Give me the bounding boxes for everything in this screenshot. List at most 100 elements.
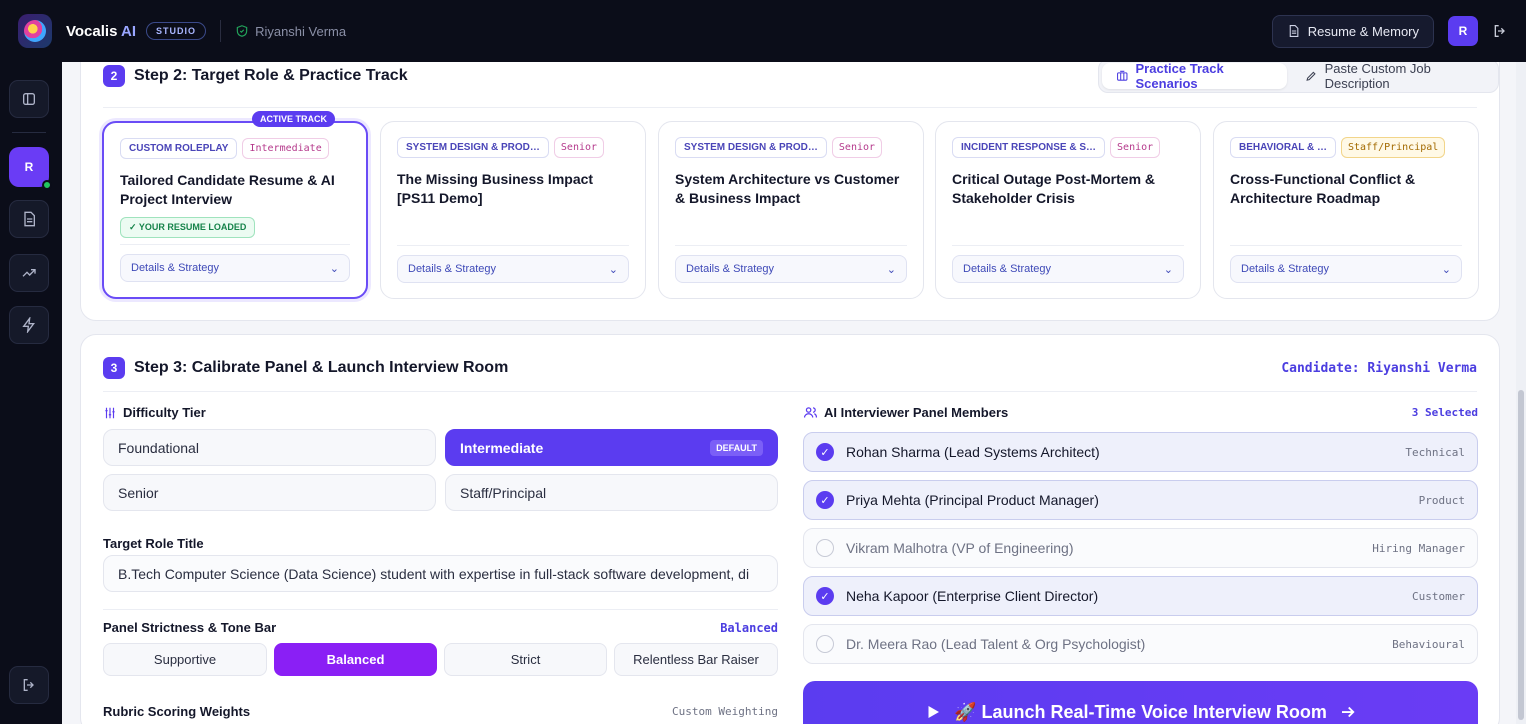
- sidebar-item-analytics[interactable]: [9, 254, 49, 292]
- track-title: Cross-Functional Conflict & Architecture…: [1230, 171, 1416, 206]
- step2-number: 2: [103, 65, 125, 87]
- current-user-name: Riyanshi Verma: [255, 23, 347, 39]
- panel-member-row[interactable]: ✓ Neha Kapoor (Enterprise Client Director…: [803, 576, 1478, 616]
- app-logo[interactable]: [18, 14, 52, 48]
- member-role: Technical: [1405, 445, 1465, 459]
- launch-interview-label: 🚀 Launch Real-Time Voice Interview Room: [954, 701, 1327, 722]
- member-name: Rohan Sharma (Lead Systems Architect): [846, 444, 1100, 460]
- logout-icon: [23, 679, 34, 691]
- sidebar-logout-button[interactable]: [9, 666, 49, 704]
- difficulty-option-label: Staff/Principal: [460, 484, 547, 501]
- track-category-tag: SYSTEM DESIGN & PROD…: [675, 137, 827, 158]
- step3-title-text: Step 3: Calibrate Panel & Launch Intervi…: [134, 359, 509, 376]
- details-label: Details & Strategy: [1241, 263, 1330, 275]
- checkbox-checked-icon[interactable]: ✓: [816, 587, 834, 605]
- panel-member-row[interactable]: ✓ Rohan Sharma (Lead Systems Architect) Te…: [803, 432, 1478, 472]
- sidebar-item-quick[interactable]: [9, 306, 49, 344]
- step2-title-text: Step 2: Target Role & Practice Track: [134, 67, 408, 84]
- chevron-down-icon: ⌄: [329, 262, 339, 275]
- track-title: The Missing Business Impact [PS11 Demo]: [397, 171, 594, 206]
- sidebar-panel-icon: [23, 93, 35, 105]
- member-name: Priya Mehta (Principal Product Manager): [846, 492, 1099, 508]
- difficulty-option-staff[interactable]: Staff/Principal: [445, 474, 778, 511]
- checkbox-empty-icon[interactable]: [816, 539, 834, 557]
- avatar[interactable]: R: [1448, 16, 1478, 46]
- chevron-down-icon: ⌄: [1441, 263, 1451, 276]
- tab-practice-scenarios[interactable]: Practice Track Scenarios: [1102, 61, 1288, 91]
- details-strategy-dropdown[interactable]: Details & Strategy ⌄: [675, 255, 907, 283]
- sidebar-item-resume[interactable]: [9, 200, 49, 238]
- difficulty-option-intermediate[interactable]: Intermediate DEFAULT: [445, 429, 778, 466]
- sidebar-avatar[interactable]: R: [9, 147, 52, 190]
- member-name: Vikram Malhotra (VP of Engineering): [846, 540, 1074, 556]
- tone-value: Balanced: [720, 621, 778, 635]
- track-card[interactable]: ACTIVE TRACK CUSTOM ROLEPLAY Intermediat…: [102, 111, 368, 299]
- checkbox-checked-icon[interactable]: ✓: [816, 443, 834, 461]
- checkbox-checked-icon[interactable]: ✓: [816, 491, 834, 509]
- users-icon: [803, 407, 818, 418]
- chevron-down-icon: ⌄: [608, 263, 618, 276]
- member-role: Customer: [1412, 589, 1465, 603]
- tone-label: Panel Strictness & Tone Bar: [103, 620, 277, 635]
- default-badge: DEFAULT: [710, 439, 763, 456]
- track-card[interactable]: BEHAVIORAL & … Staff/Principal Cross-Fun…: [1213, 121, 1479, 299]
- tone-option-balanced[interactable]: Balanced: [274, 643, 437, 676]
- track-category-tag: INCIDENT RESPONSE & S…: [952, 137, 1106, 158]
- details-label: Details & Strategy: [408, 263, 497, 275]
- difficulty-label: Difficulty Tier: [103, 405, 206, 420]
- track-card[interactable]: SYSTEM DESIGN & PROD… Senior The Missing…: [380, 121, 646, 299]
- rubric-label: Rubric Scoring Weights: [103, 704, 251, 719]
- scrollbar-thumb[interactable]: [1518, 390, 1524, 720]
- track-category-tag: BEHAVIORAL & …: [1230, 137, 1336, 158]
- details-strategy-dropdown[interactable]: Details & Strategy ⌄: [397, 255, 629, 283]
- tab-custom-job-description-label: Paste Custom Job Description: [1324, 61, 1431, 91]
- checkbox-empty-icon[interactable]: [816, 635, 834, 653]
- divider: [103, 391, 1477, 392]
- track-level-tag: Staff/Principal: [1340, 137, 1446, 158]
- step3-number: 3: [103, 357, 125, 379]
- toggle-sidebar-button[interactable]: [9, 80, 49, 118]
- track-mode-switch: Practice Track Scenarios Paste Custom Jo…: [1098, 59, 1499, 93]
- sidebar: R: [0, 62, 62, 724]
- candidate-label: Candidate: Riyanshi Verma: [1281, 361, 1477, 376]
- member-name: Neha Kapoor (Enterprise Client Director): [846, 588, 1099, 604]
- panel-member-row[interactable]: Vikram Malhotra (VP of Engineering) Hirin…: [803, 528, 1478, 568]
- panel-label: AI Interviewer Panel Members: [803, 405, 1008, 420]
- logout-icon[interactable]: [1492, 23, 1508, 39]
- tone-option-supportive[interactable]: Supportive: [103, 643, 267, 676]
- target-role-input[interactable]: B.Tech Computer Science (Data Science) s…: [103, 555, 778, 592]
- tone-option-relentless[interactable]: Relentless Bar Raiser: [614, 643, 778, 676]
- tab-custom-job-description[interactable]: Paste Custom Job Description: [1291, 61, 1495, 91]
- step3-title: 3 Step 3: Calibrate Panel & Launch Inter…: [103, 357, 508, 379]
- step3-card: 3 Step 3: Calibrate Panel & Launch Inter…: [80, 334, 1500, 724]
- arrow-right-icon: [1341, 706, 1355, 718]
- chevron-down-icon: ⌄: [1163, 263, 1173, 276]
- chevron-down-icon: ⌄: [886, 263, 896, 276]
- launch-interview-button[interactable]: 🚀 Launch Real-Time Voice Interview Room: [803, 681, 1478, 724]
- top-bar: Vocalis AI STUDIO Riyanshi Verma Resume …: [0, 0, 1526, 62]
- track-card[interactable]: INCIDENT RESPONSE & S… Senior Critical O…: [935, 121, 1201, 299]
- details-strategy-dropdown[interactable]: Details & Strategy ⌄: [120, 254, 350, 282]
- page-scrollbar[interactable]: [1516, 62, 1526, 724]
- panel-member-row[interactable]: ✓ Priya Mehta (Principal Product Manager)…: [803, 480, 1478, 520]
- divider: [103, 107, 1477, 108]
- sidebar-divider: [12, 132, 46, 133]
- panel-count: 3 Selected: [1411, 406, 1478, 419]
- divider: [103, 609, 778, 610]
- divider: [675, 245, 907, 246]
- tone-option-strict[interactable]: Strict: [444, 643, 607, 676]
- resume-memory-button[interactable]: Resume & Memory: [1271, 14, 1434, 48]
- track-card[interactable]: SYSTEM DESIGN & PROD… Senior System Arch…: [658, 121, 924, 299]
- track-category-tag: CUSTOM ROLEPLAY: [120, 138, 238, 159]
- track-level-tag: Senior: [553, 137, 605, 158]
- target-role-label: Target Role Title: [103, 536, 204, 551]
- difficulty-option-foundational[interactable]: Foundational: [103, 429, 436, 466]
- track-title: System Architecture vs Customer & Busine…: [675, 171, 900, 206]
- track-title: Critical Outage Post-Mortem & Stakeholde…: [952, 171, 1156, 206]
- panel-member-row[interactable]: Dr. Meera Rao (Lead Talent & Org Psychol…: [803, 624, 1478, 664]
- divider: [220, 20, 222, 42]
- details-label: Details & Strategy: [686, 263, 775, 275]
- difficulty-option-senior[interactable]: Senior: [103, 474, 436, 511]
- details-strategy-dropdown[interactable]: Details & Strategy ⌄: [952, 255, 1184, 283]
- details-strategy-dropdown[interactable]: Details & Strategy ⌄: [1230, 255, 1462, 283]
